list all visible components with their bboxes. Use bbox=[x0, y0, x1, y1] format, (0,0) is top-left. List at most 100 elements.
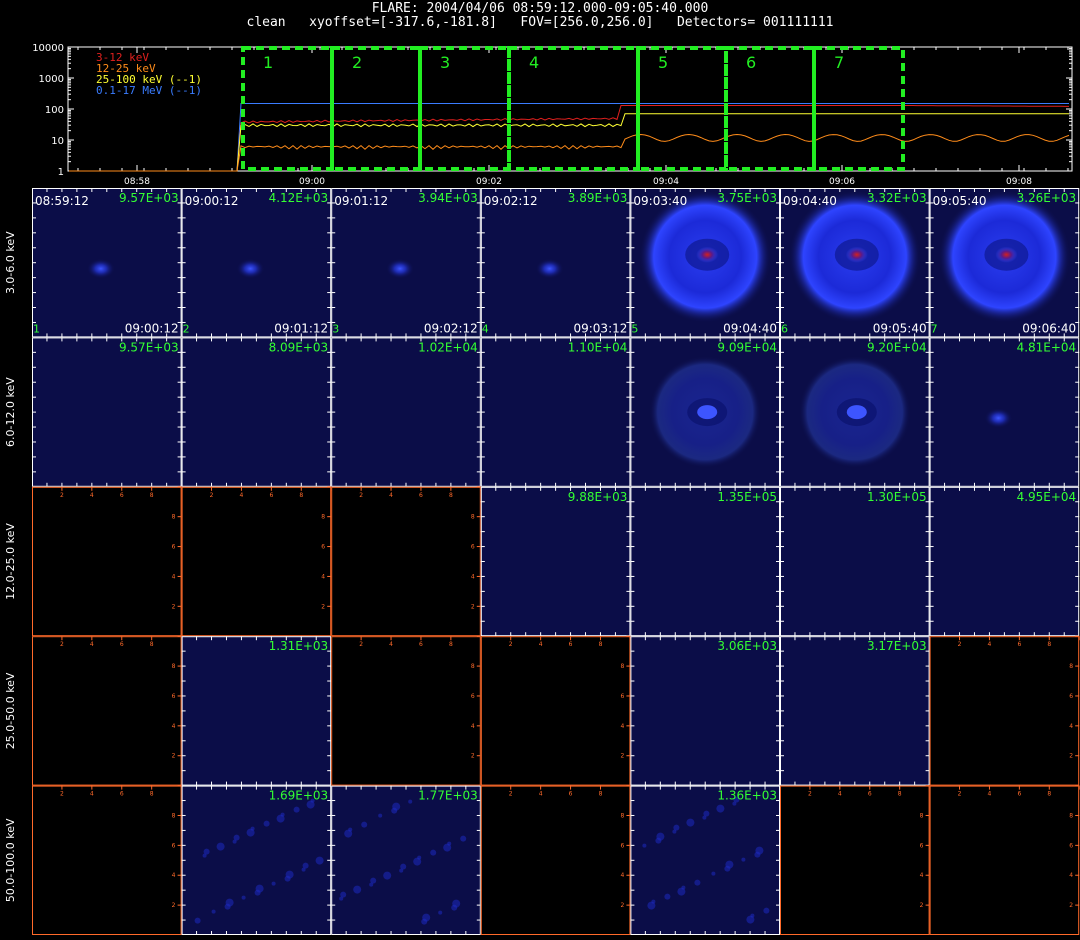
axis-tick-label: 2 bbox=[620, 902, 624, 909]
max-value: 1.10E+04 bbox=[568, 340, 628, 354]
noise-speckle bbox=[443, 843, 452, 852]
empty-panel bbox=[929, 636, 1080, 786]
axis-tick-label: 6 bbox=[1017, 641, 1021, 648]
end-time: 09:04:40 bbox=[723, 321, 777, 335]
noise-speckle bbox=[224, 903, 231, 910]
axis-tick-label: 8 bbox=[620, 812, 624, 819]
noise-speckle bbox=[763, 907, 770, 914]
axis-tick-label: 4 bbox=[1069, 723, 1073, 730]
noise-speckle bbox=[369, 882, 374, 887]
axis-tick-label: 8 bbox=[599, 791, 603, 798]
image-tile: 1.36E+03 bbox=[630, 785, 781, 935]
axis-tick-label: 8 bbox=[449, 641, 453, 648]
axis-tick-label: 8 bbox=[471, 663, 475, 670]
noise-speckle bbox=[276, 814, 285, 823]
axis-tick-label: 4 bbox=[539, 641, 543, 648]
noise-speckle bbox=[672, 829, 677, 834]
axis-tick-label: 6 bbox=[620, 693, 624, 700]
noise-speckle bbox=[284, 875, 291, 882]
image-tile: 2 2 4 4 6 6 8 8 bbox=[780, 785, 931, 935]
noise-speckle bbox=[202, 853, 207, 858]
empty-panel bbox=[331, 636, 481, 786]
image-tile: 2 2 4 4 6 6 8 8 bbox=[480, 635, 631, 786]
axis-tick-label: 2 bbox=[958, 641, 962, 648]
source-blob bbox=[984, 408, 1013, 429]
image-tile: 2 2 4 4 6 6 8 8 bbox=[32, 785, 183, 935]
energy-band-label: 12.0-25.0 keV bbox=[4, 523, 17, 600]
image-tile: 3.06E+03 bbox=[630, 636, 781, 786]
image-tile: 9.88E+03 bbox=[480, 486, 631, 637]
max-value: 1.36E+03 bbox=[717, 789, 777, 803]
end-time: 09:00:12 bbox=[125, 321, 179, 335]
axis-tick-label: 8 bbox=[150, 791, 154, 798]
empty-panel bbox=[331, 486, 481, 637]
empty-panel bbox=[780, 785, 930, 935]
axis-tick-label: 2 bbox=[321, 603, 325, 610]
image-tile: 8.09E+03 bbox=[181, 337, 332, 487]
axis-tick-label: 6 bbox=[471, 544, 475, 551]
noise-speckle bbox=[383, 871, 392, 880]
interval-index: 7 bbox=[931, 322, 938, 335]
image-tile: 1.77E+03 bbox=[331, 785, 481, 935]
axis-tick-label: 4 bbox=[1069, 872, 1073, 879]
axis-tick-label: 6 bbox=[569, 641, 573, 648]
axis-tick-label: 6 bbox=[172, 842, 176, 849]
max-value: 3.26E+03 bbox=[1017, 191, 1077, 205]
axis-tick-label: 4 bbox=[539, 791, 543, 798]
noise-speckle bbox=[232, 839, 237, 844]
image-grid: 3.0-6.0 keV 6.0-12.0 keV 12.0-25.0 keV 25.0… bbox=[4, 188, 1080, 935]
end-time: 09:03:12 bbox=[573, 321, 627, 335]
image-tile: 2 2 4 4 6 6 8 8 bbox=[480, 785, 631, 935]
image-tile: 1.31E+03 bbox=[181, 636, 332, 786]
axis-tick-label: 8 bbox=[172, 812, 176, 819]
axis-tick-label: 4 bbox=[389, 492, 393, 499]
max-value: 1.69E+03 bbox=[269, 789, 329, 803]
max-value: 9.20E+04 bbox=[867, 340, 927, 354]
noise-speckle bbox=[664, 893, 671, 900]
start-time: 09:02:12 bbox=[484, 194, 538, 208]
axis-tick-label: 4 bbox=[90, 492, 94, 499]
axis-tick-label: 2 bbox=[509, 641, 513, 648]
start-time: 09:05:40 bbox=[933, 194, 987, 208]
energy-band-label: 6.0-12.0 keV bbox=[4, 377, 17, 447]
noise-speckle bbox=[724, 865, 731, 872]
noise-speckle bbox=[408, 799, 413, 804]
max-value: 8.09E+03 bbox=[269, 340, 329, 354]
axis-tick-label: 6 bbox=[120, 791, 124, 798]
max-value: 9.09E+04 bbox=[717, 340, 777, 354]
axis-tick-label: 8 bbox=[620, 663, 624, 670]
noise-speckle bbox=[716, 804, 725, 813]
axis-tick-label: 2 bbox=[172, 902, 176, 909]
image-background bbox=[929, 486, 1080, 637]
image-tile: 1.35E+05 bbox=[630, 486, 781, 637]
max-value: 3.17E+03 bbox=[867, 639, 927, 653]
max-value: 9.57E+03 bbox=[119, 191, 179, 205]
empty-panel bbox=[929, 785, 1080, 935]
empty-panel bbox=[32, 785, 182, 935]
axis-tick-label: 8 bbox=[1047, 791, 1051, 798]
max-value: 3.89E+03 bbox=[568, 191, 628, 205]
axis-tick-label: 4 bbox=[172, 573, 176, 580]
axis-tick-label: 4 bbox=[240, 492, 244, 499]
start-time: 09:01:12 bbox=[334, 194, 388, 208]
end-time: 09:06:40 bbox=[1022, 321, 1076, 335]
axis-tick-label: 2 bbox=[1069, 753, 1073, 760]
axis-tick-label: 2 bbox=[172, 753, 176, 760]
axis-tick-label: 8 bbox=[150, 641, 154, 648]
axis-tick-label: 8 bbox=[172, 663, 176, 670]
axis-tick-label: 6 bbox=[1069, 693, 1073, 700]
axis-tick-label: 4 bbox=[471, 723, 475, 730]
image-background bbox=[331, 337, 481, 487]
axis-tick-label: 4 bbox=[389, 641, 393, 648]
image-tile: 3.89E+03 09:02:12 4 09:03:12 bbox=[480, 188, 631, 338]
max-value: 9.88E+03 bbox=[568, 490, 628, 504]
image-tile: 3.17E+03 bbox=[780, 636, 930, 786]
axis-tick-label: 4 bbox=[172, 872, 176, 879]
noise-speckle bbox=[421, 918, 428, 925]
noise-speckle bbox=[241, 895, 246, 900]
axis-tick-label: 8 bbox=[1047, 641, 1051, 648]
max-value: 1.31E+03 bbox=[269, 639, 329, 653]
max-value: 1.77E+03 bbox=[418, 789, 478, 803]
noise-speckle bbox=[353, 885, 362, 894]
energy-band-label: 50.0-100.0 keV bbox=[4, 818, 17, 902]
